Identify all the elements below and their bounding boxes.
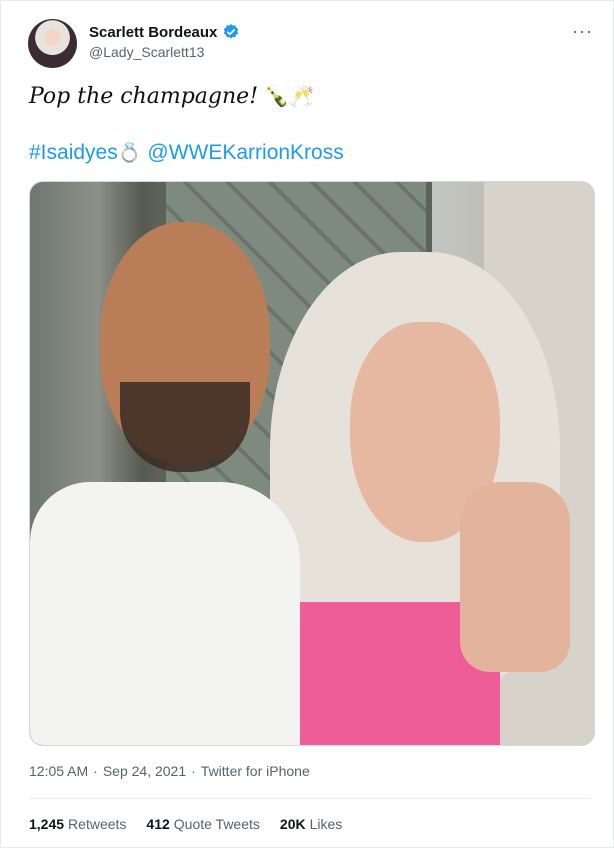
tweet-links: #Isaidyes💍 @WWEKarrionKross — [29, 141, 344, 165]
tweet-date[interactable]: Sep 24, 2021 — [103, 763, 186, 779]
divider — [29, 798, 591, 799]
champagne-emoji-icon: 🍾🥂 — [264, 84, 314, 108]
tweet-meta: 12:05 AM · Sep 24, 2021 · Twitter for iP… — [29, 763, 310, 779]
meta-separator: · — [93, 763, 98, 779]
tweet-source[interactable]: Twitter for iPhone — [201, 763, 310, 779]
tweet-text: Pop the champagne! 🍾🥂 — [29, 84, 314, 109]
ring-emoji-icon: 💍 — [117, 143, 142, 164]
author-handle[interactable]: @Lady_Scarlett13 — [89, 44, 204, 60]
tweet-text-body: Pop the champagne! — [29, 84, 259, 109]
tweet-photo[interactable] — [29, 181, 595, 746]
author-name-row: Scarlett Bordeaux — [89, 23, 240, 41]
profile-avatar[interactable] — [28, 19, 77, 68]
retweets-stat[interactable]: 1,245 Retweets — [29, 816, 126, 832]
verified-badge-icon — [222, 23, 240, 41]
meta-separator: · — [191, 763, 196, 779]
mention-link[interactable]: @WWEKarrionKross — [147, 141, 343, 165]
hashtag-link[interactable]: #Isaidyes💍 — [29, 141, 141, 165]
quote-tweets-stat[interactable]: 412 Quote Tweets — [146, 816, 260, 832]
tweet-time[interactable]: 12:05 AM — [29, 763, 88, 779]
tweet-card: Scarlett Bordeaux @Lady_Scarlett13 ··· P… — [0, 0, 614, 848]
author-name[interactable]: Scarlett Bordeaux — [89, 24, 217, 41]
more-options-icon[interactable]: ··· — [572, 21, 593, 42]
likes-stat[interactable]: 20K Likes — [280, 816, 342, 832]
tweet-stats: 1,245 Retweets 412 Quote Tweets 20K Likes — [29, 816, 342, 832]
photo-woman-hand — [460, 482, 570, 672]
photo-man-shirt — [30, 482, 300, 745]
